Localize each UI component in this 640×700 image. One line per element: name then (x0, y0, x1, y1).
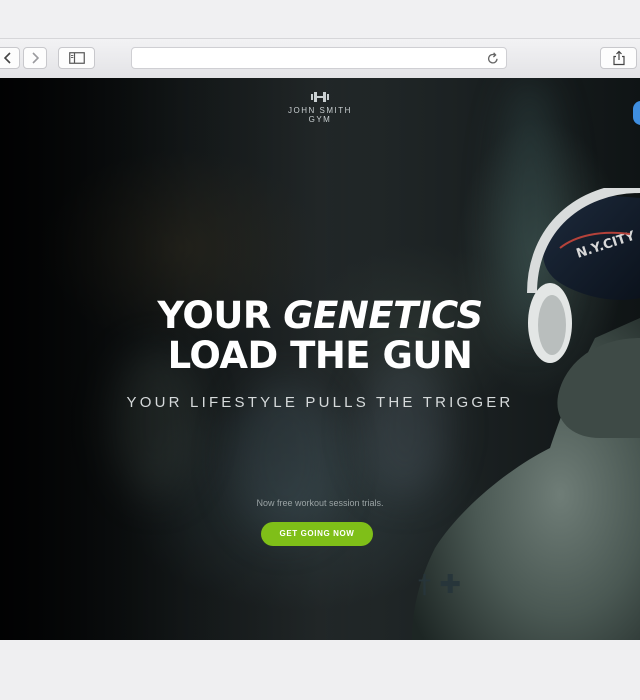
tattoo: † ✚ (418, 570, 461, 600)
sidebar-icon (68, 52, 85, 64)
hero-headline: YOUR GENETICS LOAD THE GUN (0, 296, 640, 376)
reload-icon[interactable] (487, 52, 499, 65)
headline-part: YOUR (157, 294, 284, 337)
dumbbell-icon (311, 92, 329, 102)
hero-subheadline: YOUR LIFESTYLE PULLS THE TRIGGER (126, 394, 514, 411)
headline-emphasis: GENETICS (283, 294, 483, 337)
share-icon (612, 50, 625, 66)
page-bottom-area (0, 640, 640, 700)
gym-logo[interactable]: JOHN SMITH GYM (0, 92, 640, 124)
browser-window: N.Y.CITY † ✚ JOHN SMITH GYM YOUR GENETIC… (0, 0, 640, 700)
browser-toolbar (0, 38, 640, 80)
sidebar-toggle-button[interactable] (58, 47, 95, 69)
get-going-now-button[interactable]: GET GOING NOW (261, 522, 373, 546)
athlete-photo: N.Y.CITY † ✚ (412, 188, 640, 640)
address-bar[interactable] (131, 47, 507, 69)
hero-section: N.Y.CITY † ✚ JOHN SMITH GYM YOUR GENETIC… (0, 78, 640, 640)
chat-widget-icon[interactable] (633, 101, 640, 125)
logo-name: JOHN SMITH (288, 106, 352, 115)
share-button[interactable] (600, 47, 637, 69)
back-button[interactable] (0, 47, 20, 69)
chevron-right-icon (32, 52, 39, 64)
logo-subtitle: GYM (308, 115, 332, 124)
forward-button[interactable] (23, 47, 47, 69)
chevron-left-icon (4, 52, 11, 64)
headline-line-2: LOAD THE GUN (167, 334, 473, 377)
trial-note: Now free workout session trials. (256, 498, 384, 508)
